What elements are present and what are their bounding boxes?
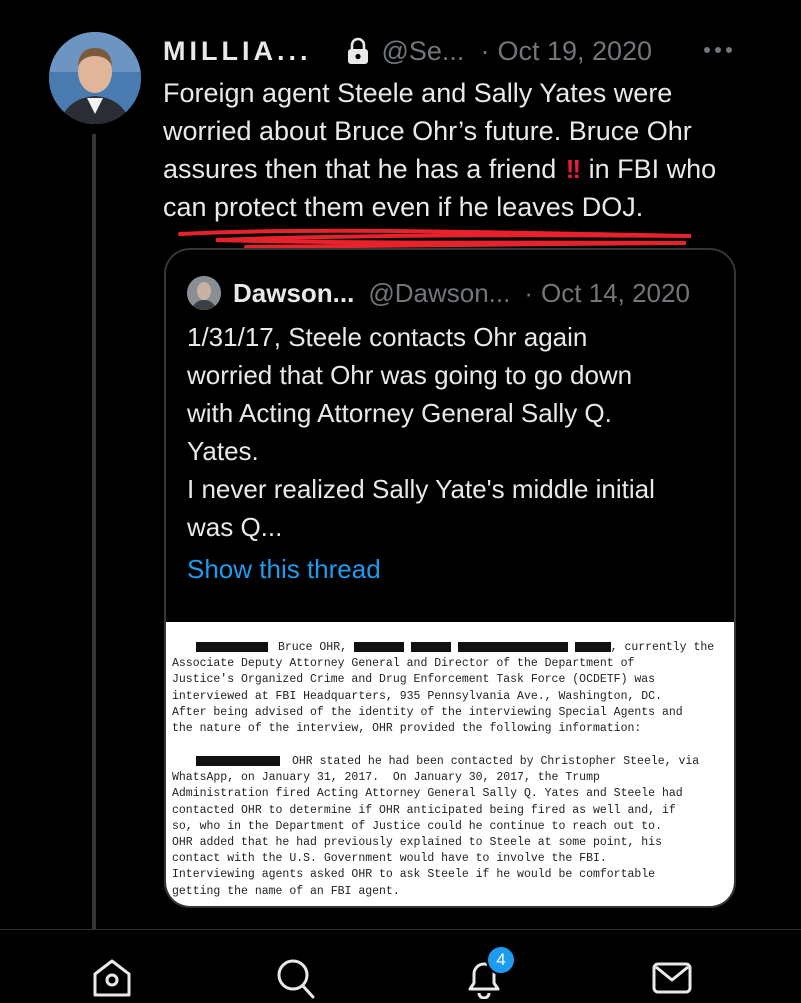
document-line: Administration fired Acting Attorney Gen… bbox=[172, 787, 683, 801]
fbi-document-image[interactable]: Bruce OHR, , currently the Associate Dep… bbox=[166, 622, 734, 906]
tweet-header: MILLIA... @Se... · Oct 19, 2020 bbox=[163, 34, 652, 68]
quoted-tweet-text: 1/31/17, Steele contacts Ohr again worri… bbox=[187, 318, 717, 546]
document-line: contacted OHR to determine if OHR antici… bbox=[172, 803, 676, 817]
quoted-text-line: I never realized Sally Yate's middle ini… bbox=[187, 474, 655, 504]
document-line: getting the name of an FBI agent. bbox=[172, 884, 400, 898]
document-line: Justice's Organized Crime and Drug Enfor… bbox=[172, 673, 656, 687]
home-icon[interactable] bbox=[88, 955, 136, 1003]
quoted-text-line: 1/31/17, Steele contacts Ohr again bbox=[187, 322, 588, 352]
quoted-separator-dot: · bbox=[524, 277, 534, 308]
separator-dot: · bbox=[480, 35, 490, 66]
show-thread-link[interactable]: Show this thread bbox=[187, 554, 381, 585]
quoted-author-handle[interactable]: @Dawson... bbox=[368, 278, 510, 309]
document-line: so, who in the Department of Justice cou… bbox=[172, 819, 662, 833]
document-paragraph-1: Bruce OHR, , currently the Associate Dep… bbox=[172, 640, 732, 737]
tweet-text: Foreign agent Steele and Sally Yates wer… bbox=[163, 74, 763, 226]
notifications-badge: 4 bbox=[486, 945, 516, 975]
quoted-author-avatar bbox=[187, 276, 221, 310]
quoted-text-line: was Q... bbox=[187, 512, 283, 542]
document-line: Interviewing agents asked OHR to ask Ste… bbox=[172, 868, 656, 882]
document-line: OHR added that he had previously explain… bbox=[172, 836, 662, 850]
double-exclamation-emoji: !! bbox=[565, 154, 581, 184]
quoted-text-line: worried that Ohr was going to go down bbox=[187, 360, 633, 390]
tweet-date[interactable]: Oct 19, 2020 bbox=[497, 36, 652, 67]
quoted-tweet-header: Dawson... @Dawson... · Oct 14, 2020 bbox=[187, 276, 690, 310]
document-line: the nature of the interview, OHR provide… bbox=[172, 722, 642, 736]
author-avatar[interactable] bbox=[49, 32, 141, 124]
quoted-author-name[interactable]: Dawson... bbox=[233, 278, 354, 309]
lock-icon bbox=[343, 36, 373, 66]
author-name[interactable]: MILLIA... bbox=[163, 36, 311, 67]
bottom-nav-divider bbox=[0, 929, 801, 930]
thread-connector-line bbox=[92, 134, 96, 930]
document-line: contact with the U.S. Government would h… bbox=[172, 852, 607, 866]
document-line: interviewed at FBI Headquarters, 935 Pen… bbox=[172, 689, 662, 703]
more-horizontal-icon[interactable] bbox=[704, 38, 740, 62]
quoted-text-line: with Acting Attorney General Sally Q. bbox=[187, 398, 612, 428]
document-line: OHR stated he had been contacted by Chri… bbox=[172, 754, 732, 770]
document-paragraph-2: OHR stated he had been contacted by Chri… bbox=[172, 754, 732, 900]
search-icon[interactable] bbox=[272, 955, 320, 1003]
document-line: Associate Deputy Attorney General and Di… bbox=[172, 657, 635, 671]
document-line: Bruce OHR, , currently the bbox=[172, 640, 732, 656]
mail-icon[interactable] bbox=[648, 955, 696, 1003]
quoted-tweet-card[interactable]: Dawson... @Dawson... · Oct 14, 2020 1/31… bbox=[164, 248, 736, 908]
document-line: After being advised of the identity of t… bbox=[172, 705, 683, 719]
quoted-tweet-date[interactable]: Oct 14, 2020 bbox=[541, 278, 690, 309]
quoted-text-line: Yates. bbox=[187, 436, 259, 466]
document-line: WhatsApp, on January 31, 2017. On Januar… bbox=[172, 771, 600, 785]
author-handle[interactable]: @Se... bbox=[381, 36, 464, 67]
